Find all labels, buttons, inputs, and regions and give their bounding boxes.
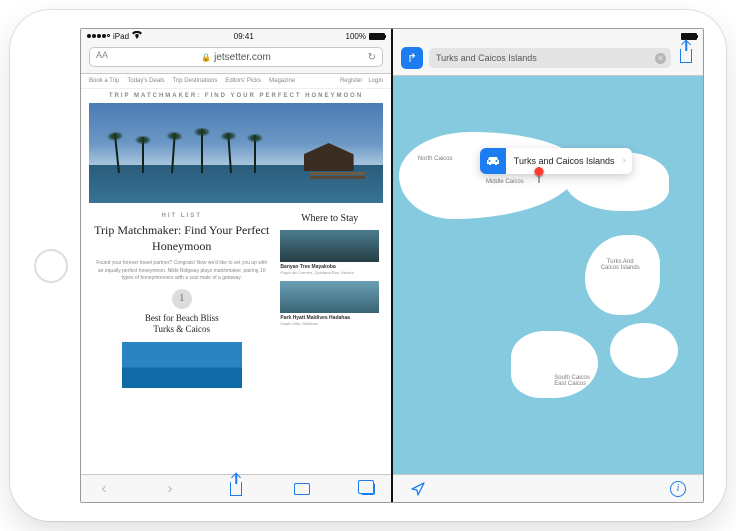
hero-image [89, 103, 383, 203]
map-label: North Caicos [418, 156, 453, 162]
lock-icon: 🔒 [201, 53, 211, 62]
section-label: HIT LIST [162, 213, 202, 219]
car-icon [480, 148, 506, 174]
list-item[interactable]: Banyan Tree Mayakoba Playa del Carmen, Q… [280, 230, 379, 275]
island-graphic [585, 235, 659, 315]
island-graphic [399, 132, 579, 220]
home-button[interactable] [34, 249, 68, 283]
nav-item[interactable]: Magazine [269, 78, 295, 84]
reader-aa-icon[interactable]: AA [96, 50, 108, 60]
dock-graphic [310, 172, 365, 175]
rank-thumb [122, 342, 242, 388]
webpage-content[interactable]: Book a Trip Today's Deals Trip Destinati… [81, 74, 391, 474]
reload-icon[interactable]: ↻ [368, 52, 376, 63]
clear-search-icon[interactable]: ✕ [655, 53, 666, 64]
signal-icon [87, 34, 110, 38]
island-graphic [610, 323, 678, 379]
directions-button[interactable]: ↱ [401, 47, 423, 69]
list-item[interactable]: Park Hyatt Maldives Hadahaa Gaafu Alifu,… [280, 281, 379, 326]
maps-toolbar: i [393, 474, 703, 502]
battery-icon [681, 33, 697, 40]
hotel-thumb [280, 230, 379, 262]
rank-badge: 1 [172, 289, 192, 309]
ipad-frame: iPad 09:41 100% 🔒 jetsetter.com ↻ AA [10, 10, 726, 521]
clock: 09:41 [234, 32, 254, 41]
maps-share-button[interactable] [677, 49, 695, 67]
status-bar-maps [393, 29, 703, 43]
hotel-thumb [280, 281, 379, 313]
maps-search-field[interactable]: Turks and Caicos Islands ✕ [429, 48, 671, 68]
map-label: Middle Caicos [486, 179, 524, 185]
article-title: Trip Matchmaker: Find Your Perfect Honey… [93, 223, 270, 254]
tabs-button[interactable] [357, 483, 379, 495]
bookmarks-button[interactable] [291, 483, 313, 495]
nav-item[interactable]: Book a Trip [89, 78, 119, 84]
maps-header: ↱ Turks and Caicos Islands ✕ [393, 43, 703, 76]
safari-urlbar: 🔒 jetsetter.com ↻ AA [81, 43, 391, 74]
nav-login[interactable]: Login [368, 78, 383, 84]
site-nav: Book a Trip Today's Deals Trip Destinati… [81, 74, 391, 89]
callout-title: Turks and Caicos Islands [506, 156, 623, 166]
place-callout[interactable]: Turks and Caicos Islands › [480, 148, 632, 174]
side-title: Where to Stay [280, 213, 379, 224]
map-info-button[interactable]: i [667, 481, 689, 497]
island-graphic [511, 331, 598, 399]
back-button[interactable]: ‹ [93, 480, 115, 497]
nav-item[interactable]: Today's Deals [127, 78, 164, 84]
nav-register[interactable]: Register [340, 78, 362, 84]
maps-pane: ↱ Turks and Caicos Islands ✕ North Caico… [393, 29, 703, 502]
hotel-loc: Gaafu Alifu, Maldives [280, 321, 379, 326]
chevron-right-icon: › [623, 155, 626, 166]
rank-title: Best for Beach Bliss Turks & Caicos [145, 313, 219, 336]
map-label: Turks And Caicos Islands [601, 259, 640, 271]
split-view-screen: iPad 09:41 100% 🔒 jetsetter.com ↻ AA [80, 28, 704, 503]
forward-button[interactable]: › [159, 480, 181, 497]
map-label: South Caicos East Caicos [554, 375, 590, 387]
locate-button[interactable] [407, 482, 429, 496]
wifi-icon [132, 31, 142, 41]
article-eyebrow: TRIP MATCHMAKER: FIND YOUR PERFECT HONEY… [81, 89, 391, 103]
map-pin[interactable] [534, 167, 543, 183]
article-main: HIT LIST Trip Matchmaker: Find Your Perf… [93, 213, 270, 388]
safari-toolbar: ‹ › [81, 474, 391, 502]
safari-pane: iPad 09:41 100% 🔒 jetsetter.com ↻ AA [81, 29, 391, 502]
article-desc: Found your forever travel partner? Congr… [93, 260, 270, 283]
battery-icon [369, 33, 385, 40]
carrier-label: iPad [113, 32, 129, 41]
site-nav-right: Register Login [340, 78, 383, 84]
hotel-loc: Playa del Carmen, Quintana Roo, Mexico [280, 270, 379, 275]
share-button[interactable] [225, 482, 247, 496]
search-text: Turks and Caicos Islands [436, 53, 537, 63]
status-bar-safari: iPad 09:41 100% [81, 29, 391, 43]
sidebar-where-to-stay: Where to Stay Banyan Tree Mayakoba Playa… [280, 213, 379, 388]
site-nav-left: Book a Trip Today's Deals Trip Destinati… [89, 78, 295, 84]
nav-item[interactable]: Editors' Picks [225, 78, 261, 84]
url-text: jetsetter.com [214, 52, 271, 63]
battery-pct: 100% [346, 32, 366, 41]
map-canvas[interactable]: North Caicos Middle Caicos Turks And Cai… [393, 76, 703, 474]
url-field[interactable]: 🔒 jetsetter.com ↻ AA [89, 47, 383, 67]
nav-item[interactable]: Trip Destinations [173, 78, 218, 84]
